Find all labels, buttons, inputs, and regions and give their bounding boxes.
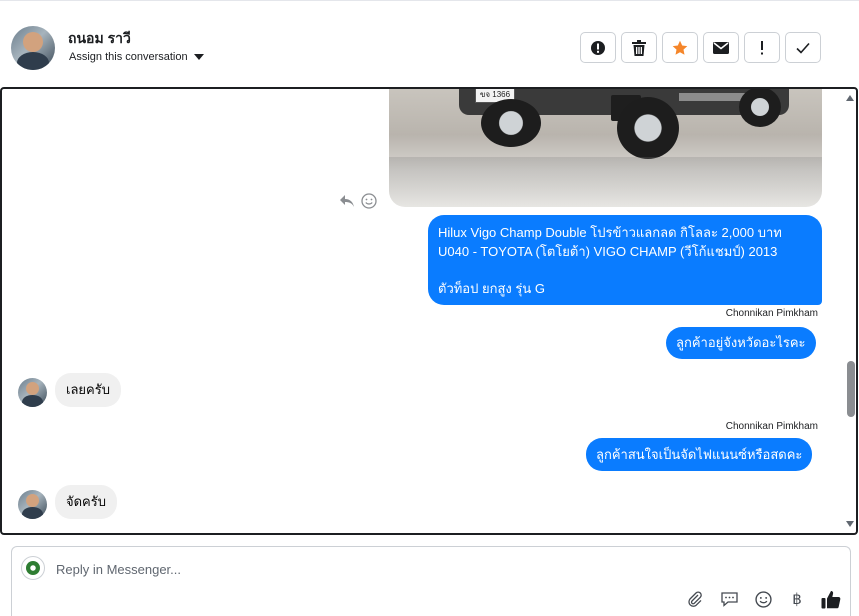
attach-button[interactable]: [685, 589, 705, 609]
message-line: ตัวท็อป ยกสูง รุ่น G: [438, 281, 545, 296]
emoji-button[interactable]: [753, 589, 773, 609]
assign-conversation-dropdown[interactable]: Assign this conversation: [69, 51, 204, 63]
action-toolbar: [580, 32, 821, 63]
incoming-message-bubble[interactable]: เลยครับ: [55, 373, 121, 407]
reply-input[interactable]: [56, 560, 676, 578]
contact-avatar-small[interactable]: [18, 490, 47, 519]
emoji-reaction-icon[interactable]: [361, 193, 377, 209]
outgoing-message-bubble[interactable]: ลูกค้าสนใจเป็นจัดไฟแนนซ์หรือสดคะ: [586, 438, 813, 471]
incoming-message-bubble[interactable]: จัดครับ: [55, 485, 117, 519]
mark-unread-button[interactable]: [703, 32, 739, 63]
exclamation-icon: [761, 40, 763, 54]
payment-button[interactable]: ฿: [787, 589, 807, 609]
envelope-icon: [713, 41, 729, 54]
outgoing-message-bubble[interactable]: Hilux Vigo Champ Double โปรข้าวแลกลด กิโ…: [428, 215, 822, 305]
conversation-header: ถนอม ราวี Assign this conversation: [0, 0, 859, 87]
smiley-icon: [754, 590, 772, 608]
reply-arrow-icon[interactable]: [339, 194, 355, 208]
composer-toolbar: ฿: [685, 589, 841, 609]
contact-name[interactable]: ถนอม ราวี: [68, 28, 131, 50]
message-line: [438, 261, 812, 279]
truck-wheel: [739, 89, 781, 127]
truck-wheel: [481, 99, 541, 147]
delete-button[interactable]: [621, 32, 657, 63]
outgoing-message-bubble[interactable]: ลูกค้าอยู่จังหวัดอะไรคะ: [666, 327, 816, 359]
message-hover-actions: [339, 193, 377, 209]
like-button[interactable]: [821, 589, 841, 609]
saved-replies-button[interactable]: [719, 589, 739, 609]
alert-circle-icon: [591, 40, 605, 55]
follow-up-button[interactable]: [744, 32, 780, 63]
assign-label: Assign this conversation: [69, 51, 188, 63]
page-logo-icon: [26, 561, 40, 575]
message-line: Hilux Vigo Champ Double โปรข้าวแลกลด กิโ…: [438, 225, 782, 240]
speech-bubble-icon: [720, 592, 738, 607]
star-icon: [672, 40, 688, 55]
sender-name: Chonnikan Pimkham: [725, 421, 818, 432]
message-line: U040 - TOYOTA (โตโยต้า) VIGO CHAMP (วีโก…: [438, 244, 778, 259]
truck-wheel: [617, 97, 679, 159]
page-avatar: [21, 556, 45, 580]
baht-currency-icon: ฿: [792, 591, 802, 608]
message-thread[interactable]: ขจ 1366 Hilux Vigo Champ Double โปรข้าวแ…: [0, 87, 858, 535]
mark-spam-button[interactable]: [580, 32, 616, 63]
star-button[interactable]: [662, 32, 698, 63]
caret-down-icon: [193, 54, 204, 60]
thumbs-up-icon: [821, 590, 841, 608]
mark-done-button[interactable]: [785, 32, 821, 63]
reply-composer: ฿: [11, 546, 851, 616]
scroll-up-arrow-icon[interactable]: [846, 95, 854, 101]
trash-icon: [632, 39, 646, 56]
shared-photo-truck[interactable]: ขจ 1366: [389, 89, 822, 207]
paperclip-icon: [688, 591, 702, 607]
floor-reflection: [389, 157, 822, 207]
contact-avatar[interactable]: [11, 26, 55, 70]
sender-name: Chonnikan Pimkham: [725, 308, 818, 319]
contact-avatar-small[interactable]: [18, 378, 47, 407]
check-icon: [796, 42, 810, 54]
scrollbar-thumb[interactable]: [847, 361, 855, 417]
scroll-down-arrow-icon[interactable]: [846, 521, 854, 527]
thread-scrollbar[interactable]: [842, 89, 856, 533]
